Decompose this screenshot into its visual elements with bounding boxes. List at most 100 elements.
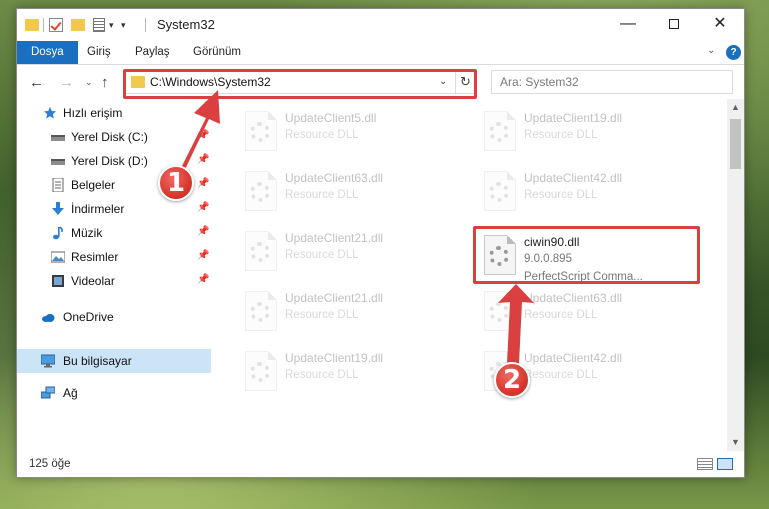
network-icon xyxy=(41,386,55,399)
window-title: System32 xyxy=(157,17,215,32)
sidebar-item-this-pc[interactable]: Bu bilgisayar xyxy=(17,349,211,373)
sidebar-item-label: OneDrive xyxy=(63,310,114,324)
pin-icon: 📌 xyxy=(197,250,210,261)
step-badge-1: 1 xyxy=(158,165,194,201)
sidebar-item-pictures[interactable]: Resimler 📌 xyxy=(17,245,211,269)
music-icon xyxy=(53,226,64,240)
navigation-pane: Hızlı erişim Yerel Disk (C:) 📌 Yerel Dis… xyxy=(17,99,217,451)
tab-view[interactable]: Görünüm xyxy=(183,41,251,64)
file-highlight-box xyxy=(473,226,700,284)
details-view-icon[interactable] xyxy=(697,458,713,470)
star-icon xyxy=(44,107,56,119)
toolbar-separator xyxy=(43,18,44,32)
search-input[interactable]: Ara: System32 xyxy=(491,70,733,94)
sidebar-item-label: Videolar xyxy=(71,274,115,288)
dll-file-icon xyxy=(484,171,516,211)
computer-icon xyxy=(41,354,55,368)
pin-icon: 📌 xyxy=(197,130,210,141)
sidebar-item-music[interactable]: Müzik 📌 xyxy=(17,221,211,245)
gear-icon xyxy=(250,182,270,202)
recent-locations-icon[interactable]: ⌄ xyxy=(85,77,93,88)
sidebar-item-label: Yerel Disk (D:) xyxy=(71,154,148,168)
file-item[interactable]: UpdateClient19.dll Resource DLL xyxy=(239,347,469,403)
new-folder-icon[interactable] xyxy=(71,19,85,31)
sidebar-item-quick-access[interactable]: Hızlı erişim xyxy=(17,101,211,125)
step-badge-2: 2 xyxy=(494,362,530,398)
scroll-down-icon[interactable]: ▼ xyxy=(731,437,740,447)
large-icons-view-icon[interactable] xyxy=(717,458,733,470)
sidebar-item-label: Müzik xyxy=(71,226,103,240)
drive-icon xyxy=(51,135,65,141)
pin-icon: 📌 xyxy=(197,154,210,165)
tab-file[interactable]: Dosya xyxy=(17,41,78,64)
file-name: UpdateClient63.dll xyxy=(524,291,623,305)
title-bar: ▾ ▾ System32 — ✕ xyxy=(17,9,744,41)
file-item[interactable]: UpdateClient21.dll Resource DLL xyxy=(239,287,469,343)
dll-file-icon xyxy=(245,111,277,151)
sidebar-item-network[interactable]: Ağ xyxy=(17,381,211,405)
file-name: UpdateClient21.dll xyxy=(285,291,384,305)
gear-icon xyxy=(250,302,270,322)
sidebar-item-videos[interactable]: Videolar 📌 xyxy=(17,269,211,293)
pin-icon: 📌 xyxy=(197,226,210,237)
file-description: Resource DLL xyxy=(524,129,598,141)
file-name: UpdateClient21.dll xyxy=(285,231,384,245)
dll-file-icon xyxy=(245,171,277,211)
pin-icon: 📌 xyxy=(197,202,210,213)
file-name: UpdateClient42.dll xyxy=(524,351,623,365)
file-item[interactable]: UpdateClient19.dll Resource DLL xyxy=(478,107,708,163)
file-description: Resource DLL xyxy=(524,189,598,201)
back-arrow-icon[interactable]: ← xyxy=(29,74,44,91)
rename-icon[interactable] xyxy=(93,18,105,32)
dll-file-icon xyxy=(484,111,516,151)
dll-file-icon xyxy=(245,351,277,391)
gear-icon xyxy=(250,362,270,382)
file-description: Resource DLL xyxy=(285,309,359,321)
chevron-down-icon[interactable]: ▾ xyxy=(109,20,114,31)
scroll-thumb[interactable] xyxy=(730,119,741,169)
gear-icon xyxy=(250,242,270,262)
close-button[interactable]: ✕ xyxy=(697,9,743,41)
tab-share[interactable]: Paylaş xyxy=(125,41,180,64)
up-arrow-icon[interactable]: ↑ xyxy=(101,74,109,91)
file-item[interactable]: UpdateClient21.dll Resource DLL xyxy=(239,227,469,283)
status-bar: 125 öğe xyxy=(17,451,744,477)
ribbon-tabs: Dosya Giriş Paylaş Görünüm ⌄ ? xyxy=(17,41,744,65)
expand-ribbon-icon[interactable]: ⌄ xyxy=(707,45,715,56)
sidebar-item-label: Resimler xyxy=(71,250,119,264)
sidebar-item-label: Bu bilgisayar xyxy=(63,354,132,368)
gear-icon xyxy=(250,122,270,142)
forward-arrow-icon[interactable]: → xyxy=(59,74,74,91)
file-name: UpdateClient42.dll xyxy=(524,171,623,185)
minimize-button[interactable]: — xyxy=(605,9,651,41)
sidebar-item-label: Ağ xyxy=(63,386,78,400)
file-item[interactable]: UpdateClient63.dll Resource DLL xyxy=(478,287,708,343)
toolbar-separator xyxy=(145,18,146,32)
scroll-up-icon[interactable]: ▲ xyxy=(731,102,740,112)
file-description: Resource DLL xyxy=(524,369,598,381)
vertical-scrollbar[interactable]: ▲ ▼ xyxy=(727,99,744,451)
gear-icon xyxy=(489,182,509,202)
help-icon[interactable]: ? xyxy=(726,45,741,60)
tab-home[interactable]: Giriş xyxy=(77,41,121,64)
maximize-icon xyxy=(669,18,679,29)
pin-icon: 📌 xyxy=(197,178,210,189)
maximize-button[interactable] xyxy=(651,9,697,41)
file-name: UpdateClient19.dll xyxy=(524,111,623,125)
file-name: UpdateClient5.dll xyxy=(285,111,377,125)
properties-check-icon[interactable] xyxy=(49,18,63,32)
sidebar-item-disk-c[interactable]: Yerel Disk (C:) 📌 xyxy=(17,125,211,149)
customize-toolbar-icon[interactable]: ▾ xyxy=(121,20,126,31)
download-icon xyxy=(52,202,64,215)
file-description: Resource DLL xyxy=(285,249,359,261)
sidebar-item-onedrive[interactable]: OneDrive xyxy=(17,305,211,329)
file-item[interactable]: UpdateClient5.dll Resource DLL xyxy=(239,107,469,163)
gear-icon xyxy=(489,122,509,142)
search-placeholder: Ara: System32 xyxy=(500,75,579,89)
file-item[interactable]: UpdateClient63.dll Resource DLL xyxy=(239,167,469,223)
drive-icon xyxy=(51,159,65,165)
file-description: Resource DLL xyxy=(285,129,359,141)
video-icon xyxy=(52,275,64,287)
file-item[interactable]: UpdateClient42.dll Resource DLL xyxy=(478,167,708,223)
sidebar-item-downloads[interactable]: İndirmeler 📌 xyxy=(17,197,211,221)
